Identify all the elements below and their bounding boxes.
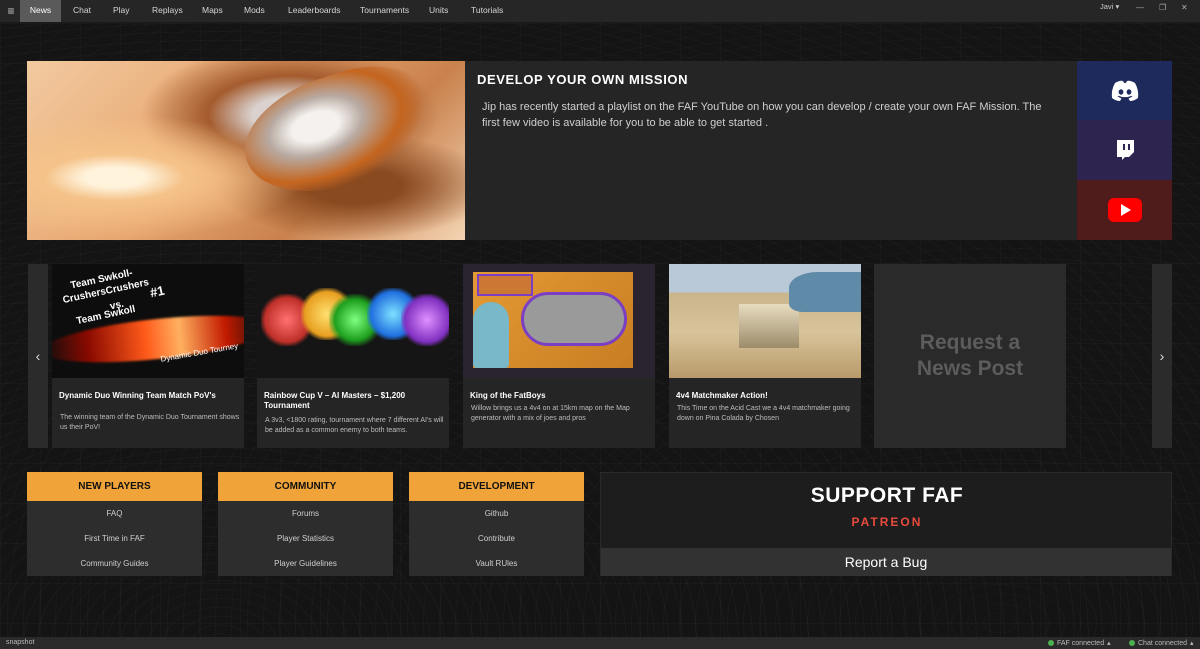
status-dot-icon [1129,640,1135,646]
discord-icon [1111,80,1138,101]
news-card-thumbnail [463,264,655,378]
unit-blob [521,292,627,346]
news-card-description: This Time on the Acid Cast we a 4v4 matc… [677,405,850,422]
tab-leaderboards[interactable]: Leaderboards [288,0,340,22]
tab-replays[interactable]: Replays [152,0,183,22]
chevron-down-icon: ▾ [1115,2,1120,11]
tab-units[interactable]: Units [429,0,448,22]
tab-tournaments[interactable]: Tournaments [360,0,409,22]
youtube-button[interactable] [1077,180,1172,240]
character-figure [473,302,509,368]
link-faq[interactable]: FAQ [27,501,202,526]
version-label: snapshot [6,639,35,646]
news-card-thumbnail [669,264,861,378]
request-news-post-label: Request a News Post [917,330,1023,382]
support-panel: SUPPORT FAF PATREON Report a Bug [600,472,1172,576]
tab-tutorials[interactable]: Tutorials [471,0,503,22]
news-card-title: 4v4 Matchmaker Action! [676,391,768,400]
carousel-prev-button[interactable]: ‹ [28,264,48,448]
development-header: DEVELOPMENT [409,472,584,501]
hero-title: DEVELOP YOUR OWN MISSION [477,72,689,87]
caret-up-icon: ▴ [1107,640,1111,647]
news-card-thumbnail: Team Swkoll- CrushersCrushers vs. Team S… [52,264,244,378]
close-icon[interactable]: ✕ [1181,3,1188,12]
community-header: COMMUNITY [218,472,393,501]
news-card-description: Willow brings us a 4v4 on at 15km map on… [471,405,630,422]
faf-connection-status[interactable]: FAF connected ▴ [1048,639,1111,647]
news-card[interactable]: 4v4 Matchmaker Action! This Time on the … [669,264,861,448]
thumb-text: #1 [148,282,166,301]
community-box: COMMUNITY Forums Player Statistics Playe… [218,472,393,576]
news-card-description: The winning team of the Dynamic Duo Tour… [60,414,240,431]
tab-news[interactable]: News [20,0,61,22]
username: Javi [1100,2,1114,11]
water-area [789,272,861,312]
report-bug-button[interactable]: Report a Bug [601,548,1171,576]
new-players-box: NEW PLAYERS FAQ First Time in FAF Commun… [27,472,202,576]
caret-up-icon: ▴ [1190,640,1194,647]
link-contribute[interactable]: Contribute [409,526,584,551]
news-card[interactable]: Team Swkoll- CrushersCrushers vs. Team S… [52,264,244,448]
user-menu[interactable]: Javi ▾ [1100,2,1119,11]
tab-mods[interactable]: Mods [244,0,265,22]
twitch-button[interactable] [1077,120,1172,180]
chat-connection-status[interactable]: Chat connected ▴ [1129,639,1194,647]
tab-play[interactable]: Play [113,0,130,22]
youtube-icon [1107,198,1142,222]
pixel-art [401,294,449,346]
hamburger-icon[interactable]: ≡ [4,3,18,19]
status-dot-icon [1048,640,1054,646]
title-banner [477,274,533,296]
news-card-description: A 3v3, <1800 rating, tournament where 7 … [265,417,444,434]
news-card-title: King of the FatBoys [470,391,546,400]
news-card[interactable]: King of the FatBoys Willow brings us a 4… [463,264,655,448]
restore-icon[interactable]: ❐ [1159,3,1166,12]
chevron-right-icon: › [1159,348,1165,364]
news-page: DEVELOP YOUR OWN MISSION Jip has recentl… [0,23,1200,637]
carousel-next-button[interactable]: › [1152,264,1172,448]
top-navigation-bar: ≡ News Chat Play Replays Maps Mods Leade… [0,0,1200,23]
link-github[interactable]: Github [409,501,584,526]
news-card-title: Rainbow Cup V – AI Masters – $1,200 Tour… [264,391,406,410]
new-players-header: NEW PLAYERS [27,472,202,501]
spaceship-image [229,49,445,213]
status-bar: snapshot FAF connected ▴ Chat connected … [0,637,1200,649]
news-card-title: Dynamic Duo Winning Team Match PoV's [59,391,216,400]
link-player-guidelines[interactable]: Player Guidelines [218,551,393,576]
patreon-link[interactable]: PATREON [601,515,1173,529]
discord-button[interactable] [1077,61,1172,121]
hero-body: Jip has recently started a playlist on t… [482,101,1042,129]
support-title[interactable]: SUPPORT FAF [601,484,1173,508]
tab-maps[interactable]: Maps [202,0,223,22]
request-line-1: Request a [919,331,1021,354]
development-box: DEVELOPMENT Github Contribute Vault RUle… [409,472,584,576]
base-structure [739,304,799,348]
chat-status-label: Chat connected [1138,639,1188,647]
news-card[interactable]: Rainbow Cup V – AI Masters – $1,200 Tour… [257,264,449,448]
link-first-time[interactable]: First Time in FAF [27,526,202,551]
hero-article[interactable]: DEVELOP YOUR OWN MISSION Jip has recentl… [465,61,1077,240]
link-player-statistics[interactable]: Player Statistics [218,526,393,551]
tab-chat[interactable]: Chat [73,0,91,22]
chevron-left-icon: ‹ [35,348,41,364]
link-vault-rules[interactable]: Vault RUles [409,551,584,576]
twitch-icon [1116,140,1134,160]
news-card-thumbnail [257,264,449,378]
link-community-guides[interactable]: Community Guides [27,551,202,576]
minimize-icon[interactable]: — [1136,3,1144,12]
request-news-post-card[interactable]: Request a News Post [874,264,1066,448]
link-forums[interactable]: Forums [218,501,393,526]
request-line-2: News Post [916,357,1024,380]
hero-image[interactable] [27,49,465,240]
faf-status-label: FAF connected [1057,639,1105,647]
